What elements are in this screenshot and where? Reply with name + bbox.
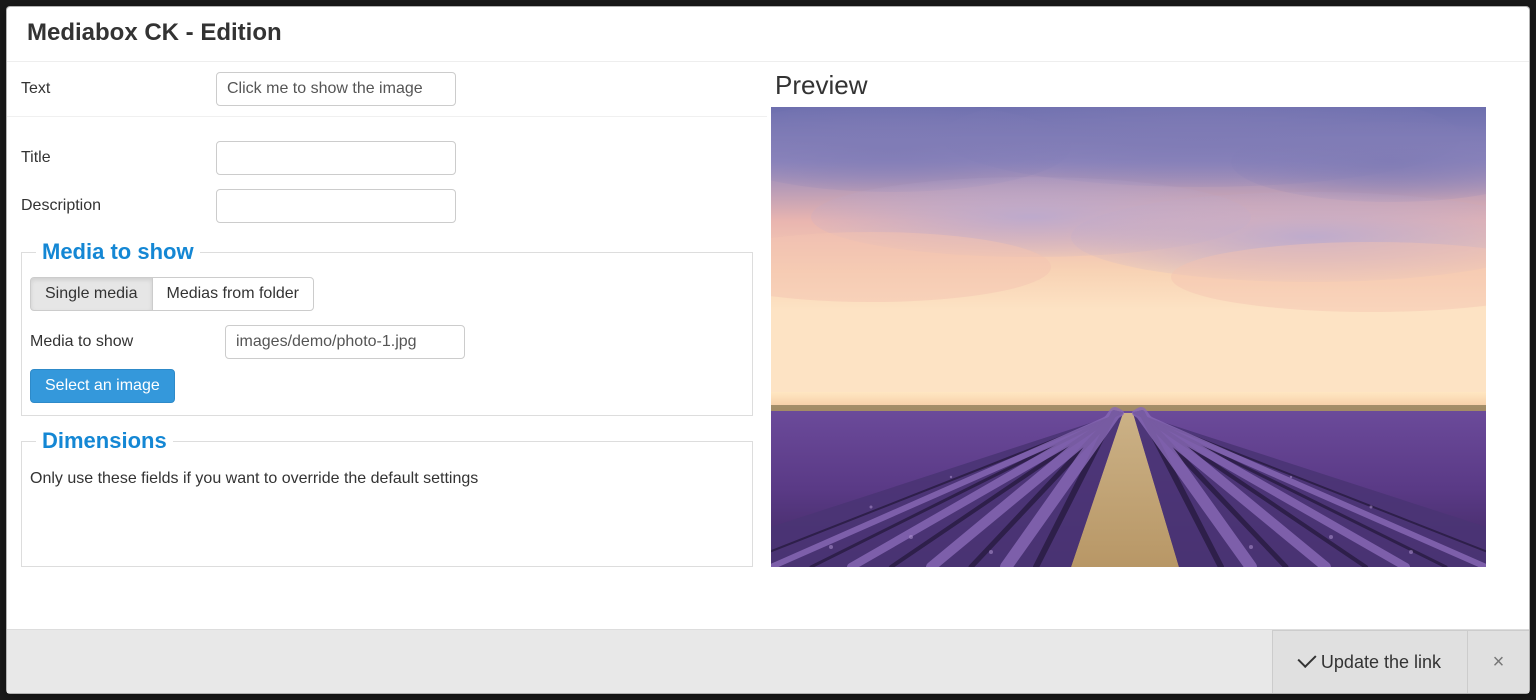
modal-footer: Update the link × bbox=[7, 629, 1529, 693]
close-icon: × bbox=[1493, 651, 1505, 674]
legend-media: Media to show bbox=[36, 239, 200, 265]
input-media-path[interactable] bbox=[225, 325, 465, 359]
preview-pane[interactable]: Preview bbox=[767, 62, 1529, 629]
check-icon bbox=[1299, 652, 1315, 673]
section-dimensions: Dimensions Only use these fields if you … bbox=[21, 428, 753, 567]
close-button[interactable]: × bbox=[1467, 630, 1529, 693]
row-description: Description bbox=[7, 179, 767, 227]
modal-header: Mediabox CK - Edition bbox=[7, 7, 1529, 62]
label-media-to-show: Media to show bbox=[30, 333, 225, 351]
legend-dimensions: Dimensions bbox=[36, 428, 173, 454]
update-link-label: Update the link bbox=[1321, 652, 1441, 673]
label-description: Description bbox=[21, 197, 216, 215]
dimensions-helper-text: Only use these fields if you want to ove… bbox=[30, 466, 744, 490]
label-text: Text bbox=[21, 80, 216, 98]
row-text: Text bbox=[7, 62, 767, 117]
row-title: Title bbox=[7, 117, 767, 179]
label-title: Title bbox=[21, 149, 216, 167]
tab-medias-from-folder[interactable]: Medias from folder bbox=[152, 277, 315, 311]
preview-image bbox=[771, 107, 1486, 567]
row-media-path: Media to show bbox=[30, 321, 744, 363]
modal-title: Mediabox CK - Edition bbox=[27, 19, 1509, 47]
media-tabs: Single media Medias from folder bbox=[30, 277, 314, 311]
input-description[interactable] bbox=[216, 189, 456, 223]
preview-title: Preview bbox=[771, 62, 1525, 107]
modal-dialog: Mediabox CK - Edition Text Title Descrip… bbox=[6, 6, 1530, 694]
input-text[interactable] bbox=[216, 72, 456, 106]
select-image-button[interactable]: Select an image bbox=[30, 369, 175, 403]
update-link-button[interactable]: Update the link bbox=[1272, 630, 1467, 693]
input-title[interactable] bbox=[216, 141, 456, 175]
modal-body: Text Title Description Media to show Sin… bbox=[7, 62, 1529, 629]
tab-single-media[interactable]: Single media bbox=[30, 277, 153, 311]
section-media: Media to show Single media Medias from f… bbox=[21, 239, 753, 416]
form-pane[interactable]: Text Title Description Media to show Sin… bbox=[7, 62, 767, 629]
